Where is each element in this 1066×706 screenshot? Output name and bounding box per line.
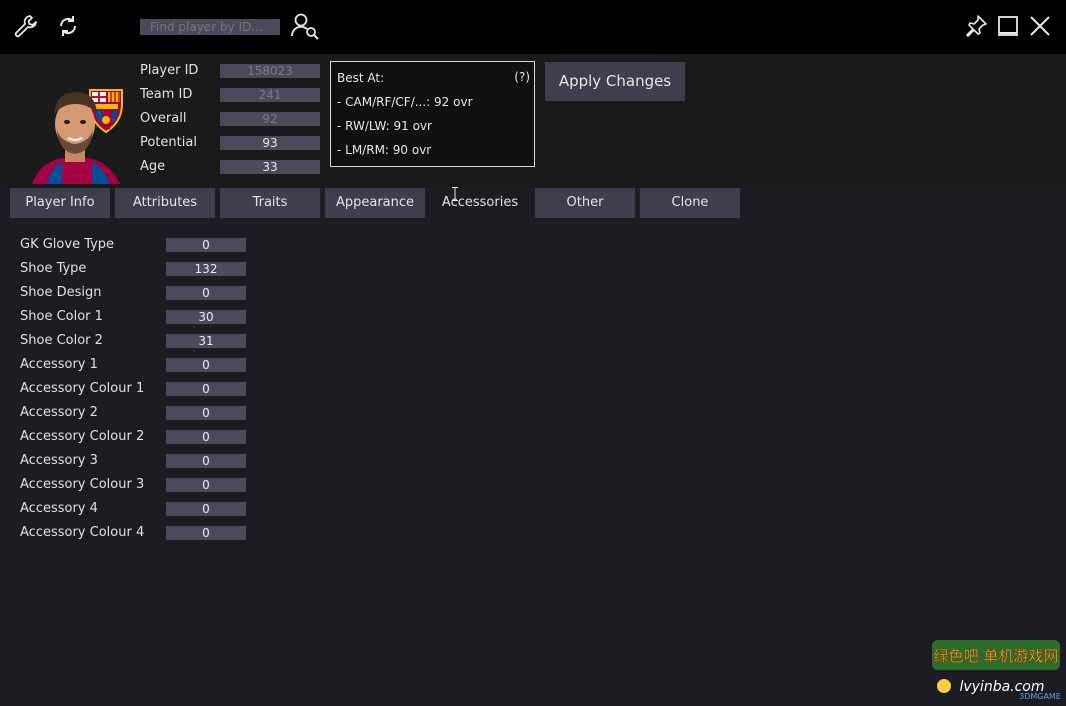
attr-label: Accessory Colour 1 bbox=[20, 381, 145, 396]
site-watermark: 绿色吧 单机游戏网 lvyinba.com 3DMGAME bbox=[930, 636, 1062, 702]
attr-label: Accessory Colour 3 bbox=[20, 477, 145, 492]
wrench-icon[interactable] bbox=[11, 11, 41, 41]
player-id-label: Player ID bbox=[140, 63, 199, 78]
attr-value-field[interactable]: 0 bbox=[166, 286, 246, 300]
tab-appearance[interactable]: Appearance bbox=[325, 188, 425, 218]
apply-changes-button[interactable]: Apply Changes bbox=[545, 62, 685, 101]
attr-label: Accessory 2 bbox=[20, 405, 98, 420]
attr-value-field[interactable]: 0 bbox=[166, 478, 246, 492]
attr-label: Accessory Colour 4 bbox=[20, 525, 145, 540]
maximize-icon[interactable] bbox=[993, 11, 1023, 41]
ibeam-cursor-icon bbox=[452, 186, 458, 201]
best-at-help-button[interactable]: (?) bbox=[514, 70, 530, 84]
watermark-logo: 绿色吧 单机游戏网 lvyinba.com 3DMGAME bbox=[932, 640, 1061, 701]
tab-other[interactable]: Other bbox=[535, 188, 635, 218]
tab-player-info[interactable]: Player Info bbox=[10, 188, 110, 218]
attr-label: Accessory 3 bbox=[20, 453, 98, 468]
best-at-line: - LM/RM: 90 ovr bbox=[337, 143, 432, 157]
tab-attributes[interactable]: Attributes bbox=[115, 188, 215, 218]
attr-value-field[interactable]: 0 bbox=[166, 502, 246, 516]
player-id-field[interactable]: 158023 bbox=[220, 64, 320, 78]
attr-value-field[interactable]: 0 bbox=[166, 406, 246, 420]
refresh-icon[interactable] bbox=[53, 11, 83, 41]
potential-label: Potential bbox=[140, 135, 197, 150]
tab-clone[interactable]: Clone bbox=[640, 188, 740, 218]
player-search-input[interactable] bbox=[140, 19, 280, 35]
attr-label: Shoe Color 2 bbox=[20, 333, 103, 348]
attr-value-field[interactable]: 0 bbox=[166, 430, 246, 444]
best-at-line: - RW/LW: 91 ovr bbox=[337, 119, 432, 133]
svg-text:绿色吧 单机游戏网: 绿色吧 单机游戏网 bbox=[934, 647, 1059, 665]
age-field[interactable]: 33 bbox=[220, 160, 320, 174]
attr-label: Shoe Type bbox=[20, 261, 87, 276]
attr-value-field[interactable]: 0 bbox=[166, 238, 246, 252]
attr-label: Accessory 1 bbox=[20, 357, 98, 372]
tab-accessories[interactable]: Accessories bbox=[430, 188, 530, 218]
pin-icon[interactable] bbox=[961, 11, 991, 41]
attr-value-field[interactable]: 0 bbox=[166, 526, 246, 540]
attr-value-field[interactable]: 30 bbox=[166, 310, 246, 324]
player-portrait bbox=[32, 84, 130, 184]
best-at-panel: Best At: (?) - CAM/RF/CF/...: 92 ovr - R… bbox=[330, 61, 535, 167]
best-at-title: Best At: bbox=[337, 71, 385, 85]
potential-field[interactable]: 93 bbox=[220, 136, 320, 150]
attr-label: Accessory Colour 2 bbox=[20, 429, 145, 444]
overall-field[interactable]: 92 bbox=[220, 112, 320, 126]
attr-value-field[interactable]: 0 bbox=[166, 382, 246, 396]
age-label: Age bbox=[140, 159, 166, 174]
attr-value-field[interactable]: 0 bbox=[166, 358, 246, 372]
best-at-line: - CAM/RF/CF/...: 92 ovr bbox=[337, 95, 473, 109]
player-search-icon[interactable] bbox=[290, 11, 320, 41]
attr-label: Accessory 4 bbox=[20, 501, 98, 516]
attr-label: GK Glove Type bbox=[20, 237, 115, 252]
close-icon[interactable] bbox=[1025, 11, 1055, 41]
attr-label: Shoe Design bbox=[20, 285, 102, 300]
attr-value-field[interactable]: 31 bbox=[166, 334, 246, 348]
overall-label: Overall bbox=[140, 111, 187, 126]
top-toolbar bbox=[0, 0, 1066, 54]
team-id-label: Team ID bbox=[140, 87, 193, 102]
attr-value-field[interactable]: 132 bbox=[166, 262, 246, 276]
tab-traits[interactable]: Traits bbox=[220, 188, 320, 218]
attr-value-field[interactable]: 0 bbox=[166, 454, 246, 468]
attr-label: Shoe Color 1 bbox=[20, 309, 103, 324]
svg-text:3DMGAME: 3DMGAME bbox=[1019, 692, 1061, 701]
team-id-field[interactable]: 241 bbox=[220, 88, 320, 102]
